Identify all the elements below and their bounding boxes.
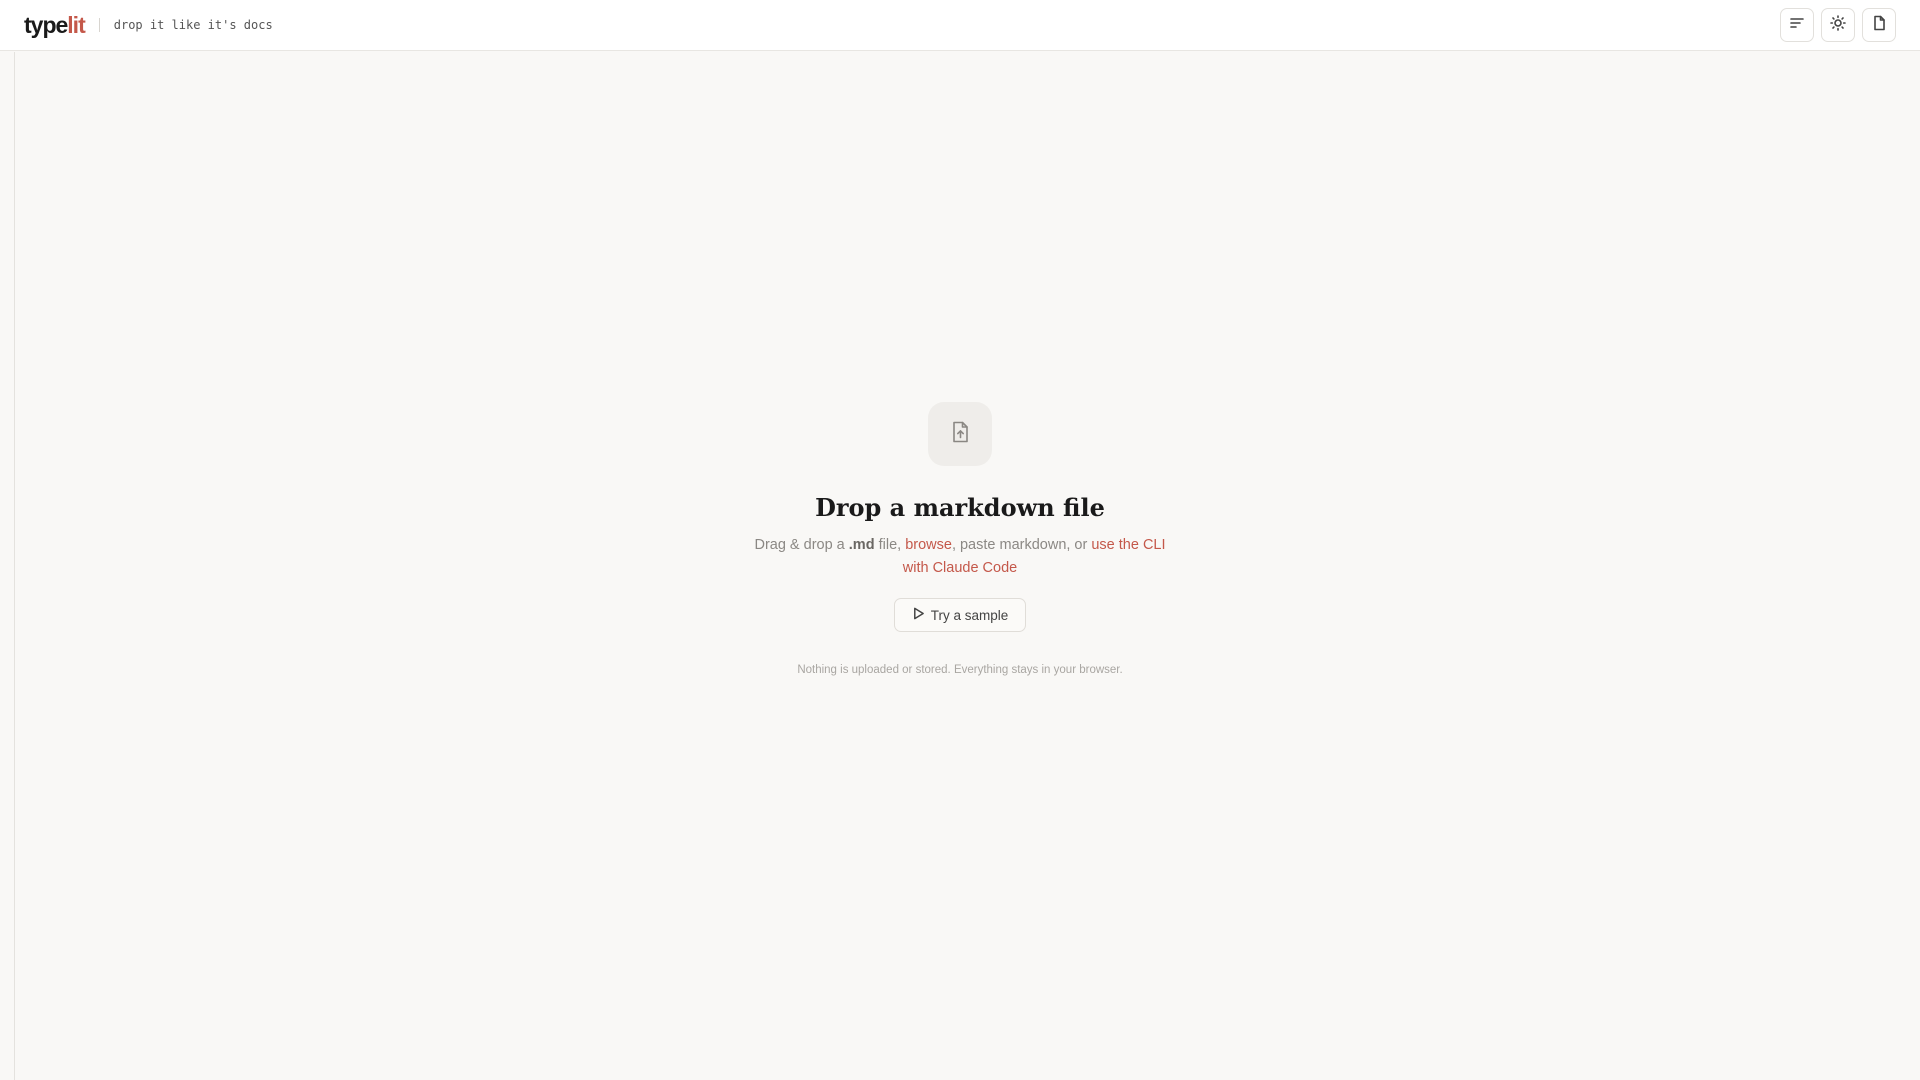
left-sidebar-rail[interactable] xyxy=(0,52,15,1080)
subtitle-mid: file, xyxy=(874,537,906,553)
align-left-icon xyxy=(1789,15,1805,36)
privacy-note: Nothing is uploaded or stored. Everythin… xyxy=(797,664,1123,676)
subtitle-pre: Drag & drop a xyxy=(754,537,849,553)
logo-accent: lit xyxy=(67,11,85,38)
md-extension: .md xyxy=(848,537,875,553)
sun-icon xyxy=(1830,14,1846,36)
try-sample-button[interactable]: Try a sample xyxy=(894,598,1026,632)
app-header: typelit drop it like it's docs xyxy=(0,0,1920,51)
subtitle-mid2: , paste markdown, or xyxy=(951,537,1092,553)
upload-icon-tile xyxy=(928,402,992,466)
file-upload-icon xyxy=(948,420,972,449)
document-button[interactable] xyxy=(1862,8,1896,42)
outline-button[interactable] xyxy=(1780,8,1814,42)
app-logo[interactable]: typelit xyxy=(24,11,86,39)
file-icon xyxy=(1871,15,1887,36)
logo-main: type xyxy=(24,11,68,38)
header-actions xyxy=(1780,8,1896,42)
header-divider xyxy=(98,18,100,32)
dropzone-title: Drop a markdown file xyxy=(815,493,1105,522)
tagline: drop it like it's docs xyxy=(113,18,273,32)
try-sample-label: Try a sample xyxy=(930,607,1009,623)
theme-toggle-button[interactable] xyxy=(1821,8,1855,42)
play-icon xyxy=(912,607,925,623)
drop-zone[interactable]: Drop a markdown file Drag & drop a .md f… xyxy=(15,52,1920,1080)
dropzone-subtitle: Drag & drop a .md file, browse, paste ma… xyxy=(745,534,1175,580)
browse-link[interactable]: browse xyxy=(905,537,952,553)
